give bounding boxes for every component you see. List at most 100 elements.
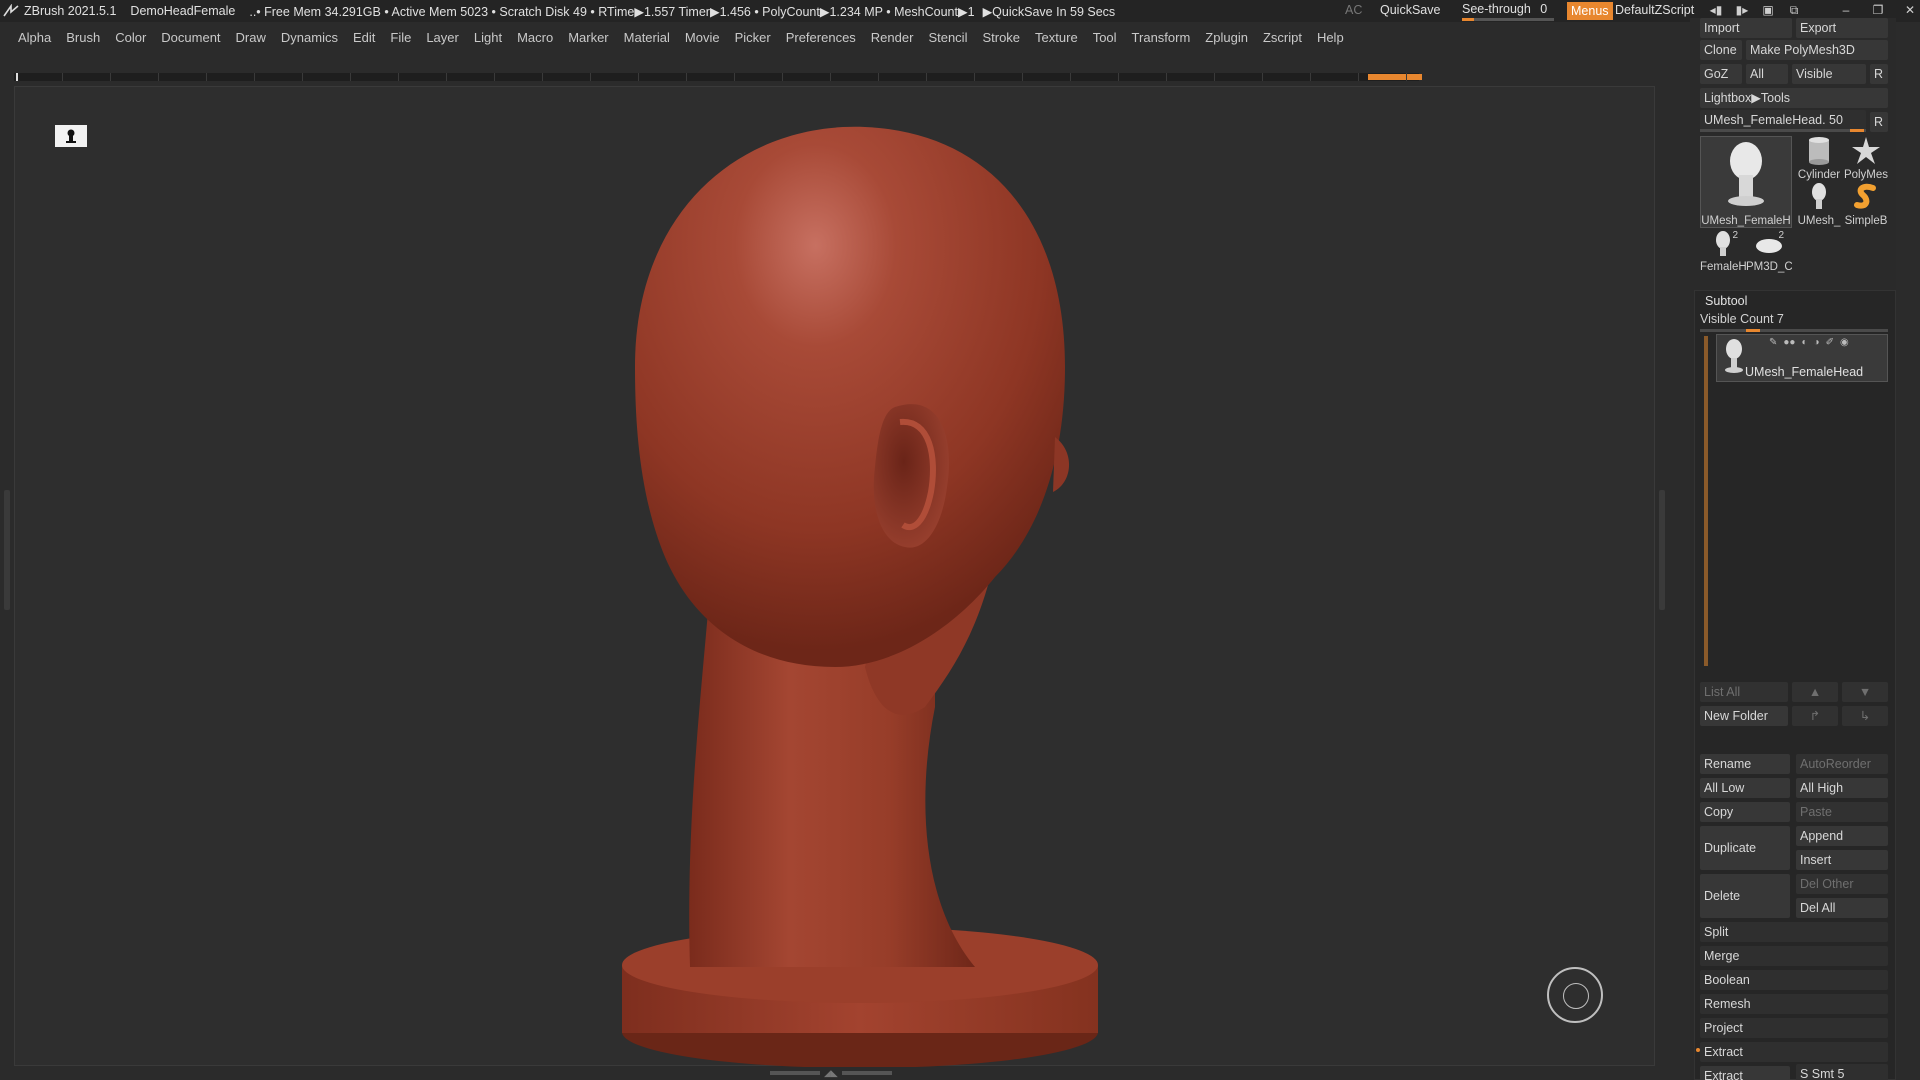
del-all-button[interactable]: Del All	[1796, 898, 1888, 918]
pen-toggle-icon[interactable]: ✐	[1826, 337, 1834, 348]
remesh-section[interactable]: Remesh	[1700, 994, 1888, 1014]
s-smt-slider[interactable]: S Smt 5	[1796, 1064, 1888, 1080]
menu-light[interactable]: Light	[474, 30, 502, 45]
head-model-sculpt[interactable]	[595, 107, 1135, 1067]
tool-thumb-simplebrush[interactable]: SimpleB	[1842, 182, 1890, 228]
autoreorder-button[interactable]: AutoReorder	[1796, 754, 1888, 774]
lock-icon[interactable]	[55, 125, 87, 147]
extract-button[interactable]: Extract	[1700, 1066, 1790, 1080]
current-tool-slider[interactable]: UMesh_FemaleHead. 50	[1700, 110, 1866, 130]
del-other-button[interactable]: Del Other	[1796, 874, 1888, 894]
merge-section[interactable]: Merge	[1700, 946, 1888, 966]
viewport-canvas[interactable]	[14, 86, 1655, 1067]
minimize-icon[interactable]: –	[1838, 2, 1854, 18]
tool-thumb-femalehead[interactable]: 2 FemaleH	[1700, 230, 1746, 276]
subtool-title[interactable]: Subtool	[1705, 294, 1747, 308]
tray-left-icon[interactable]: ◂▮	[1708, 2, 1724, 18]
menu-material[interactable]: Material	[624, 30, 670, 45]
insert-button[interactable]: Insert	[1796, 850, 1888, 870]
menu-draw[interactable]: Draw	[236, 30, 266, 45]
folder-up-button[interactable]: ↱	[1792, 706, 1838, 726]
clone-button[interactable]: Clone	[1700, 40, 1742, 60]
copy-button[interactable]: Copy	[1700, 802, 1790, 822]
tray-right-icon[interactable]: ▮▸	[1734, 2, 1750, 18]
paste-button[interactable]: Paste	[1796, 802, 1888, 822]
default-zscript-button[interactable]: DefaultZScript	[1615, 3, 1694, 17]
new-folder-button[interactable]: New Folder	[1700, 706, 1788, 726]
list-all-button[interactable]: List All	[1700, 682, 1788, 702]
left-tray-handle[interactable]	[4, 490, 10, 610]
eye-icon[interactable]: ◉	[1840, 337, 1849, 348]
navigation-gizmo[interactable]	[1547, 967, 1603, 1023]
menu-color[interactable]: Color	[115, 30, 146, 45]
menu-stencil[interactable]: Stencil	[928, 30, 967, 45]
menu-tool[interactable]: Tool	[1093, 30, 1117, 45]
see-through-slider[interactable]: See-through 0	[1462, 2, 1554, 21]
brush-toggle-icon[interactable]: ✎	[1769, 337, 1777, 348]
split-section[interactable]: Split	[1700, 922, 1888, 942]
move-up-button[interactable]: ▲	[1792, 682, 1838, 702]
menu-dynamics[interactable]: Dynamics	[281, 30, 338, 45]
menu-stroke[interactable]: Stroke	[982, 30, 1020, 45]
polypaint-toggle-icon[interactable]: ●●	[1783, 337, 1795, 348]
ruler-position-marker[interactable]	[1368, 74, 1422, 80]
export-button[interactable]: Export	[1796, 18, 1888, 38]
window-layout-alt-icon[interactable]: ⧉	[1786, 2, 1802, 18]
all-high-button[interactable]: All High	[1796, 778, 1888, 798]
tool-thumb-polymesh[interactable]: PolyMes	[1842, 136, 1890, 182]
tool-thumb-umesh-femalehead[interactable]: UMesh_FemaleH	[1700, 136, 1792, 228]
goz-button[interactable]: GoZ	[1700, 64, 1742, 84]
menu-macro[interactable]: Macro	[517, 30, 553, 45]
menu-render[interactable]: Render	[871, 30, 914, 45]
menu-brush[interactable]: Brush	[66, 30, 100, 45]
menu-marker[interactable]: Marker	[568, 30, 608, 45]
quicksave-button[interactable]: QuickSave	[1380, 3, 1440, 17]
timeline-ruler[interactable]	[14, 73, 1422, 81]
menu-movie[interactable]: Movie	[685, 30, 720, 45]
ac-toggle[interactable]: AC	[1345, 3, 1362, 17]
lightbox-tools-button[interactable]: Lightbox▶Tools	[1700, 88, 1888, 108]
extract-section[interactable]: Extract	[1700, 1042, 1888, 1062]
close-icon[interactable]: ✕	[1902, 2, 1918, 18]
menu-file[interactable]: File	[390, 30, 411, 45]
boolean-section[interactable]: Boolean	[1700, 970, 1888, 990]
window-layout-icon[interactable]: ▣	[1760, 2, 1776, 18]
subtool-list-item[interactable]: ✎ ●● ◐ ◑ ✐ ◉ UMesh_FemaleHead	[1716, 334, 1888, 382]
tool-thumb-pm3d[interactable]: 2 PM3D_C	[1746, 230, 1792, 276]
menu-zscript[interactable]: Zscript	[1263, 30, 1302, 45]
move-down-button[interactable]: ▼	[1842, 682, 1888, 702]
duplicate-button[interactable]: Duplicate	[1700, 826, 1790, 870]
folder-down-button[interactable]: ↳	[1842, 706, 1888, 726]
current-tool-r-button[interactable]: R	[1870, 112, 1888, 132]
right-tray-handle[interactable]	[1659, 490, 1665, 610]
project-section[interactable]: Project	[1700, 1018, 1888, 1038]
mode-toggle-icon[interactable]: ◐	[1801, 337, 1807, 348]
menu-transform[interactable]: Transform	[1132, 30, 1191, 45]
menu-layer[interactable]: Layer	[426, 30, 459, 45]
bottom-tray-handle[interactable]: ◢◣	[770, 1068, 900, 1078]
subtool-list-scrollbar[interactable]	[1704, 336, 1708, 666]
menu-help[interactable]: Help	[1317, 30, 1344, 45]
tool-thumb-umesh[interactable]: UMesh_	[1796, 182, 1842, 228]
goz-r-button[interactable]: R	[1870, 64, 1888, 84]
menus-button[interactable]: Menus	[1567, 2, 1613, 20]
restore-icon[interactable]: ❐	[1870, 2, 1886, 18]
make-polymesh-button[interactable]: Make PolyMesh3D	[1746, 40, 1888, 60]
tool-thumb-cylinder[interactable]: Cylinder	[1796, 136, 1842, 182]
rename-button[interactable]: Rename	[1700, 754, 1790, 774]
menu-texture[interactable]: Texture	[1035, 30, 1078, 45]
delete-button[interactable]: Delete	[1700, 874, 1790, 918]
menu-preferences[interactable]: Preferences	[786, 30, 856, 45]
import-button[interactable]: Import	[1700, 18, 1792, 38]
menu-zplugin[interactable]: Zplugin	[1205, 30, 1248, 45]
menu-document[interactable]: Document	[161, 30, 220, 45]
append-button[interactable]: Append	[1796, 826, 1888, 846]
menu-edit[interactable]: Edit	[353, 30, 375, 45]
visible-count-slider[interactable]: Visible Count 7	[1700, 312, 1888, 330]
all-low-button[interactable]: All Low	[1700, 778, 1790, 798]
dynamic-toggle-icon[interactable]: ◑	[1814, 337, 1820, 348]
menu-picker[interactable]: Picker	[735, 30, 771, 45]
menu-alpha[interactable]: Alpha	[18, 30, 51, 45]
goz-all-button[interactable]: All	[1746, 64, 1788, 84]
goz-visible-button[interactable]: Visible	[1792, 64, 1866, 84]
